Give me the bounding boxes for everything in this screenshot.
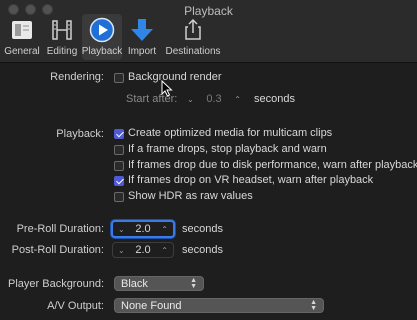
increment-icon[interactable]: ⌃ <box>161 246 168 255</box>
tab-import[interactable]: Import <box>122 14 162 60</box>
tab-destinations-label: Destinations <box>165 46 221 57</box>
playback-label: Playback: <box>56 128 104 140</box>
player-background-popup[interactable]: Black ▲ ▼ <box>114 276 204 291</box>
increment-icon[interactable]: ⌃ <box>234 95 241 104</box>
tab-editing-label: Editing <box>46 46 78 57</box>
destinations-icon <box>179 16 207 44</box>
editing-icon <box>48 16 76 44</box>
preferences-toolbar: General Editing Playback Import Destinat… <box>2 14 224 60</box>
decrement-icon[interactable]: ⌄ <box>187 95 194 104</box>
tab-general-label: General <box>4 46 40 57</box>
pre-roll-label: Pre-Roll Duration: <box>16 223 104 235</box>
vr-headset-warn-label: If frames drop on VR headset, warn after… <box>128 174 374 186</box>
title-bar: Playback General Editing Playback Import… <box>0 0 417 63</box>
disk-performance-warn-label: If frames drop due to disk performance, … <box>128 159 417 171</box>
av-output-label: A/V Output: <box>47 300 104 312</box>
start-after-value: 0.3 <box>206 93 222 105</box>
playback-preferences-pane: Rendering: Background render Start after… <box>0 63 417 320</box>
post-roll-label: Post-Roll Duration: <box>11 244 104 256</box>
decrement-icon[interactable]: ⌄ <box>118 246 125 255</box>
background-render-checkbox[interactable] <box>114 73 124 83</box>
background-render-label: Background render <box>128 71 222 83</box>
vr-headset-warn-checkbox[interactable] <box>114 176 124 186</box>
player-background-value: Black <box>121 277 148 290</box>
hdr-raw-values-checkbox[interactable] <box>114 192 124 202</box>
tab-import-label: Import <box>127 46 157 57</box>
import-icon <box>128 16 156 44</box>
tab-playback-label: Playback <box>81 46 123 57</box>
pre-roll-stepper[interactable]: ⌄ 2.0 ⌃ <box>111 220 175 238</box>
av-output-value: None Found <box>121 299 182 312</box>
up-down-chevron-icon: ▲ ▼ <box>190 276 197 290</box>
frame-drop-stop-label: If a frame drops, stop playback and warn <box>128 143 327 155</box>
av-output-popup[interactable]: None Found ▲ ▼ <box>114 298 324 313</box>
up-down-chevron-icon: ▲ ▼ <box>310 298 317 312</box>
disk-performance-warn-checkbox[interactable] <box>114 161 124 171</box>
tab-general[interactable]: General <box>2 14 42 60</box>
post-roll-value[interactable]: 2.0 <box>135 244 150 256</box>
pre-roll-unit: seconds <box>182 223 223 235</box>
hdr-raw-values-label: Show HDR as raw values <box>128 190 253 202</box>
post-roll-stepper[interactable]: ⌄ 2.0 ⌃ <box>112 242 174 258</box>
tab-destinations[interactable]: Destinations <box>162 14 224 60</box>
playback-icon <box>88 16 116 44</box>
rendering-label: Rendering: <box>50 71 104 83</box>
optimized-media-label: Create optimized media for multicam clip… <box>128 127 333 139</box>
start-after-unit: seconds <box>254 93 295 105</box>
general-icon <box>8 16 36 44</box>
start-after-stepper[interactable]: ⌄ 0.3 ⌃ <box>182 91 246 107</box>
mouse-pointer-icon <box>161 80 173 97</box>
player-background-label: Player Background: <box>8 278 104 290</box>
frame-drop-stop-checkbox[interactable] <box>114 145 124 155</box>
tab-editing[interactable]: Editing <box>42 14 82 60</box>
decrement-icon[interactable]: ⌄ <box>118 225 125 234</box>
pre-roll-value[interactable]: 2.0 <box>135 223 150 235</box>
post-roll-unit: seconds <box>182 244 223 256</box>
tab-playback[interactable]: Playback <box>82 14 122 60</box>
optimized-media-checkbox[interactable] <box>114 129 124 139</box>
increment-icon[interactable]: ⌃ <box>161 225 168 234</box>
